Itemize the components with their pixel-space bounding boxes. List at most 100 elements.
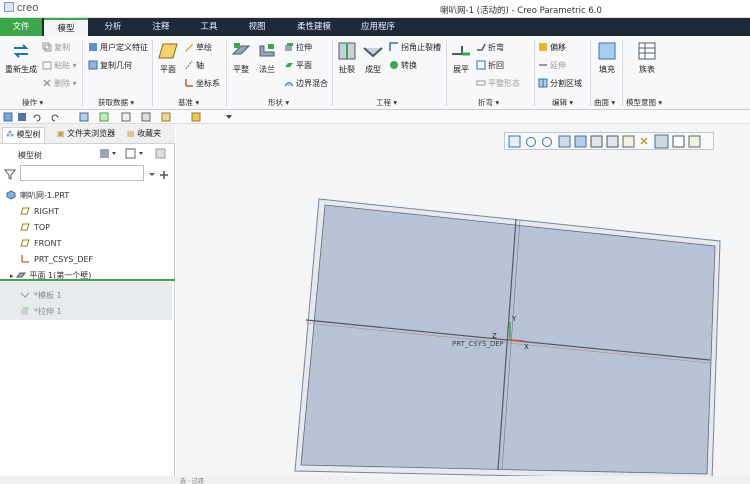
new-icon[interactable] [3,112,13,122]
copy-geometry-icon [88,60,98,70]
rip-button[interactable]: 扯裂 [336,40,358,75]
family-table-icon [638,42,656,60]
fill-icon [598,42,616,60]
csys-label: 坐标系 [196,79,220,88]
family-table-button[interactable]: 族表 [634,40,660,75]
folder-icon[interactable] [191,112,201,122]
close-window-icon[interactable] [121,112,131,122]
tree-item-right[interactable]: RIGHT [20,206,59,216]
bend-back-button[interactable]: 折回 [476,60,504,71]
customize-chevron-icon[interactable] [226,115,232,119]
tree-item-form[interactable]: *模板 1 [20,290,62,301]
flange-label: 法兰 [259,65,275,74]
save-icon[interactable] [18,113,26,121]
tree-filter-icon[interactable] [125,148,136,159]
tree-item-extrude[interactable]: *拉伸 1 [20,306,62,317]
filter-icon[interactable] [4,168,16,180]
extrude-icon [285,43,293,51]
flat-button[interactable]: 平面 [284,60,312,71]
regenerate-small-icon[interactable] [79,112,89,122]
window-icon[interactable] [99,112,109,122]
tab-model[interactable]: 模型 [44,18,88,36]
paste-icon [42,61,52,70]
tree-columns-icon[interactable] [155,148,166,159]
tab-applications[interactable]: 应用程序 [350,18,406,36]
search-dropdown-icon[interactable] [149,173,155,176]
tree-item-part[interactable]: 喇叭网-1.PRT [6,190,69,201]
group-label-get-data: 获取数据 ▾ [98,98,135,107]
tab-analysis[interactable]: 分析 [92,18,134,36]
paste-button[interactable]: 粘贴 ▾ [42,60,77,71]
insert-here-marker[interactable] [0,279,175,281]
boundary-blend-button[interactable]: 边界混合 [284,78,328,89]
copy-button[interactable]: 复制 [42,42,70,53]
graphics-window[interactable]: Y X Z PRT_CSYS_DEF [176,124,750,484]
tab-folder-browser[interactable]: ▣ 文件夹浏览器 [54,127,118,143]
navigator-pane: ⁂ 模型树 ▣ 文件夹浏览器 ▤ 收藏夹 模型树 喇叭网-1.PRT RIGHT… [0,124,175,484]
group-separator [534,40,535,106]
planar-button[interactable]: 平整 [230,40,252,75]
sketch-button[interactable]: 草绘 [184,42,212,53]
form-icon [363,47,383,58]
paste-label: 粘贴 ▾ [54,61,77,70]
open-icon[interactable] [161,112,171,122]
conversion-button[interactable]: 转换 [389,60,417,71]
fill-button[interactable]: 填充 [594,40,620,75]
axis-button[interactable]: 轴 [184,60,204,71]
tab-favorites[interactable]: ▤ 收藏夹 [124,127,164,143]
datum-plane-button[interactable]: 平面 [156,40,180,75]
csys-x-axis [509,339,525,342]
redo-icon[interactable] [51,114,59,122]
offset-button[interactable]: 偏移 [538,42,566,53]
delete-button[interactable]: 删除 ▾ [42,78,77,89]
corner-relief-button[interactable]: 拐角止裂槽 [389,42,441,53]
extend-icon [539,64,547,66]
tab-file[interactable]: 文件 [0,18,42,36]
csys-button[interactable]: 坐标系 [184,78,220,89]
tree-settings-icon[interactable] [100,149,109,158]
group-label-engineering: 工程 ▾ [376,98,398,107]
tab-tools[interactable]: 工具 [188,18,230,36]
tab-view[interactable]: 视图 [236,18,278,36]
form-button[interactable]: 成型 [362,40,384,75]
creo-logo: creo [4,2,38,14]
udf-label: 用户定义特征 [100,43,148,52]
select-icon[interactable] [141,112,151,122]
tree-item-csys[interactable]: PRT_CSYS_DEF [20,254,93,264]
tab-annotate[interactable]: 注释 [140,18,182,36]
flat-pattern-button[interactable]: 平整形态 [476,78,520,89]
regenerate-button[interactable]: 重新生成 [4,40,38,75]
boundary-blend-icon [284,82,294,87]
extend-label: 延伸 [550,61,566,70]
add-filter-icon[interactable] [160,171,168,179]
copy-icon [42,42,52,52]
tree-item-label: *模板 1 [34,291,62,300]
model-tree-search-input[interactable] [20,165,144,181]
bend-label: 折弯 [488,43,504,52]
group-separator [332,40,333,106]
datum-plane-label: 平面 [160,65,176,74]
split-area-button[interactable]: 分割区域 [538,78,582,89]
group-separator [446,40,447,106]
copy-geometry-button[interactable]: 复制几何 [88,60,132,71]
tree-settings-chevron-icon[interactable] [112,152,116,155]
extend-button[interactable]: 延伸 [538,60,566,71]
bend-button[interactable]: 折弯 [476,42,504,53]
flat-pattern-label: 平整形态 [488,79,520,88]
tree-item-front[interactable]: FRONT [20,238,61,248]
tab-model-tree[interactable]: ⁂ 模型树 [2,127,45,143]
extrude-button[interactable]: 拉伸 [284,42,312,53]
csys-name-label: PRT_CSYS_DEF [452,340,504,348]
udf-button[interactable]: 用户定义特征 [88,42,148,53]
flange-button[interactable]: 法兰 [256,40,278,75]
flat-label: 平面 [296,61,312,70]
quick-access-icons [3,112,232,122]
csys-z-label: Z [492,332,497,340]
undo-icon[interactable] [33,114,41,122]
group-separator [226,40,227,106]
tree-item-label: RIGHT [34,207,60,216]
tab-flexible-modeling[interactable]: 柔性建模 [284,18,344,36]
unbend-button[interactable]: 展平 [450,40,472,75]
tree-item-top[interactable]: TOP [20,222,50,232]
tree-filter-chevron-icon[interactable] [139,152,143,155]
